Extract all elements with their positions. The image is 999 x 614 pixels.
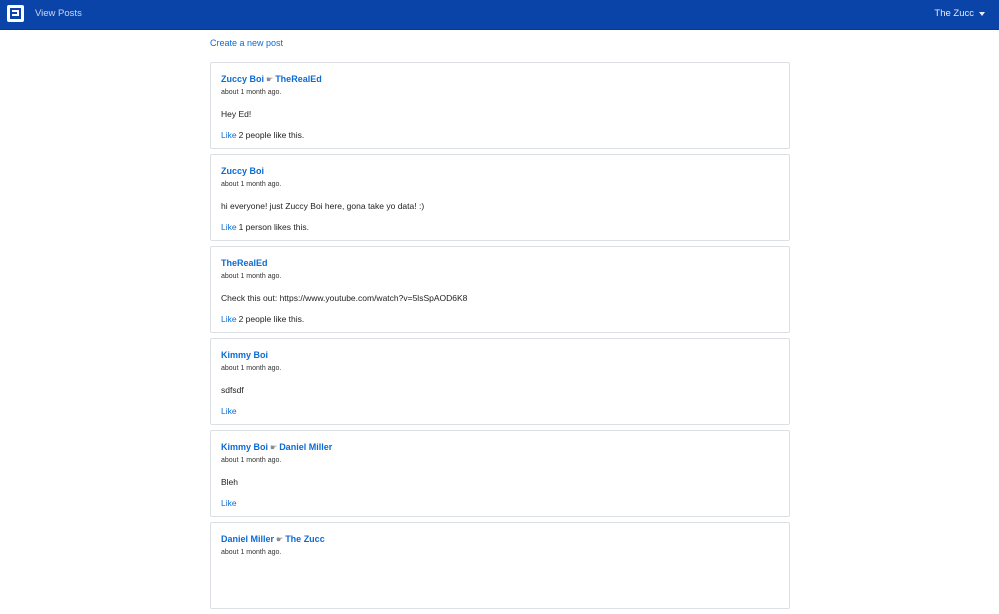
post-author-link[interactable]: TheRealEd	[221, 258, 268, 268]
post-body: sdfsdf	[221, 385, 244, 395]
post-author-link[interactable]: Kimmy Boi	[221, 442, 268, 452]
post-card: TheRealEd about 1 month ago. Check this ou…	[210, 246, 790, 333]
post-author-line: Daniel Miller ☛ The Zucc	[221, 534, 779, 545]
like-button[interactable]: Like	[221, 314, 237, 324]
post-like-line: Like	[221, 498, 779, 509]
post-body: hi everyone! just Zuccy Boi here, gona t…	[221, 201, 425, 211]
post-like-line: Like	[221, 406, 779, 417]
post-body: Hey Ed!	[221, 109, 252, 119]
caret-down-icon	[979, 11, 985, 16]
post-like-line: Like 2 people like this.	[221, 130, 779, 141]
post-recipient-link[interactable]: Daniel Miller	[279, 442, 332, 452]
post-author-line: TheRealEd	[221, 258, 779, 269]
post-author-link[interactable]: Zuccy Boi	[221, 74, 264, 84]
post-author-link[interactable]: Zuccy Boi	[221, 166, 264, 176]
post-body: Check this out: https://www.youtube.com/…	[221, 293, 468, 303]
post-timestamp: about 1 month ago.	[221, 273, 282, 280]
post-author-link[interactable]: Daniel Miller	[221, 534, 274, 544]
post-body: Bleh	[221, 477, 239, 487]
post-card: Kimmy Boi ☛ Daniel Miller about 1 month ago…	[210, 430, 790, 517]
like-button[interactable]: Like	[221, 222, 237, 232]
like-button[interactable]: Like	[221, 130, 237, 140]
app-logo-icon[interactable]	[7, 5, 24, 22]
post-timestamp: about 1 month ago.	[221, 89, 282, 96]
like-button[interactable]: Like	[221, 406, 237, 416]
post-card: Kimmy Boi about 1 month ago. sdfsdf Like	[210, 338, 790, 425]
post-recipient-link[interactable]: The Zucc	[285, 534, 325, 544]
like-count: 1 person likes this.	[238, 222, 309, 232]
view-posts-link[interactable]: View Posts	[35, 8, 82, 19]
post-like-line: Like 1 person likes this.	[221, 222, 779, 233]
post-timestamp: about 1 month ago.	[221, 457, 282, 464]
post-author-line: Kimmy Boi	[221, 350, 779, 361]
pointing-hand-icon: ☛	[270, 443, 278, 452]
post-timestamp: about 1 month ago.	[221, 549, 282, 556]
like-count: 2 people like this.	[238, 130, 305, 140]
post-card: Zuccy Boi about 1 month ago. hi everyone! …	[210, 154, 790, 241]
posts-container: Create a new post Zuccy Boi ☛ TheRealEd abo…	[210, 38, 790, 614]
post-author-line: Zuccy Boi	[221, 166, 779, 177]
post-list: Zuccy Boi ☛ TheRealEd about 1 month ago. Hey…	[210, 62, 790, 609]
post-author-line: Kimmy Boi ☛ Daniel Miller	[221, 442, 779, 453]
post-timestamp: about 1 month ago.	[221, 181, 282, 188]
pointing-hand-icon: ☛	[276, 535, 284, 544]
create-post-link[interactable]: Create a new post	[210, 38, 790, 49]
pointing-hand-icon: ☛	[266, 75, 274, 84]
post-author-line: Zuccy Boi ☛ TheRealEd	[221, 74, 779, 85]
post-like-line: Like 2 people like this.	[221, 314, 779, 325]
navbar: View Posts The Zucc	[0, 0, 999, 30]
post-author-link[interactable]: Kimmy Boi	[221, 350, 268, 360]
post-recipient-link[interactable]: TheRealEd	[275, 74, 322, 84]
like-count: 2 people like this.	[238, 314, 305, 324]
user-menu-dropdown[interactable]: The Zucc	[934, 8, 985, 19]
post-card: Daniel Miller ☛ The Zucc about 1 month ago.	[210, 522, 790, 609]
user-name: The Zucc	[934, 8, 974, 19]
like-button[interactable]: Like	[221, 498, 237, 508]
post-card: Zuccy Boi ☛ TheRealEd about 1 month ago. Hey…	[210, 62, 790, 149]
post-timestamp: about 1 month ago.	[221, 365, 282, 372]
